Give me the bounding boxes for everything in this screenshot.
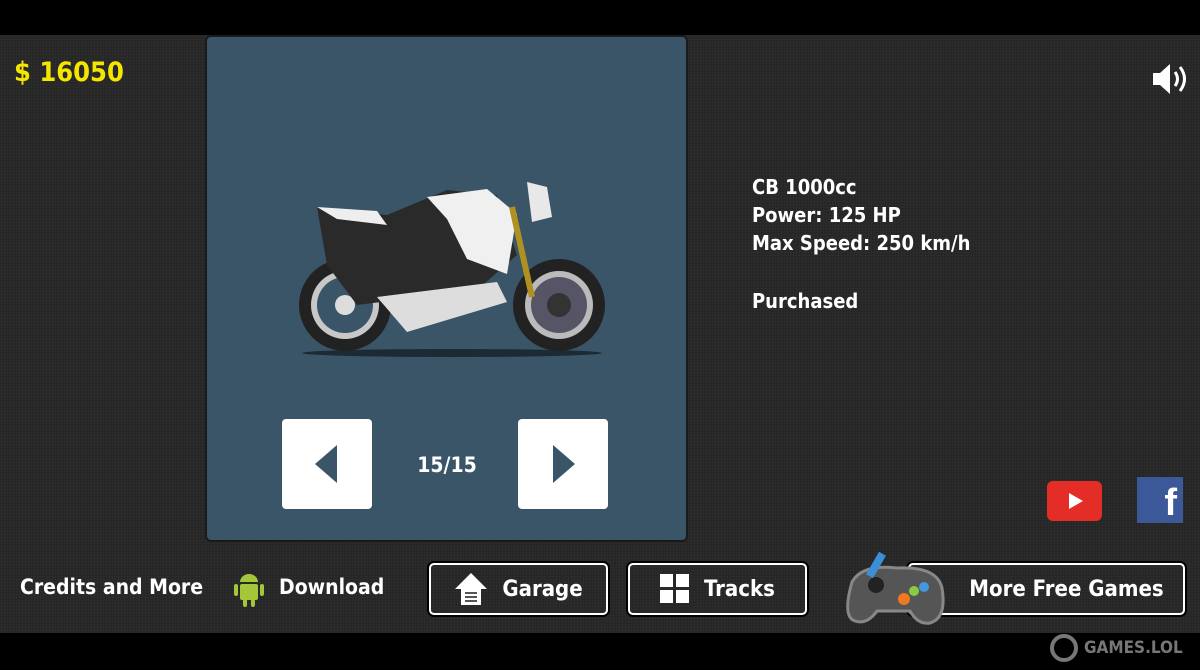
download-link[interactable]: Download xyxy=(279,575,384,599)
youtube-button[interactable] xyxy=(1047,481,1102,521)
grid-icon xyxy=(660,574,690,603)
bike-status: Purchased xyxy=(752,289,859,313)
watermark-text: GAMES.LOL xyxy=(1084,638,1183,658)
garage-icon xyxy=(455,573,488,605)
game-screen: $ 16050 15/15 CB 1000cc Power: 125 HP Ma… xyxy=(0,35,1200,633)
games-lol-logo-icon xyxy=(1050,634,1078,662)
android-icon xyxy=(233,572,265,612)
garage-label: Garage xyxy=(502,576,583,602)
arrow-left-icon xyxy=(315,445,337,483)
bike-name: CB 1000cc xyxy=(752,175,857,199)
credits-link[interactable]: Credits and More xyxy=(20,575,203,599)
money-display: $ 16050 xyxy=(14,57,124,88)
arrow-right-icon xyxy=(553,445,575,483)
bike-counter: 15/15 xyxy=(417,453,477,477)
speaker-icon[interactable] xyxy=(1150,61,1192,101)
bike-power: Power: 125 HP xyxy=(752,203,901,227)
bike-max-speed: Max Speed: 250 km/h xyxy=(752,231,971,255)
more-free-games-button[interactable]: More Free Games xyxy=(908,563,1185,615)
bike-preview-panel: 15/15 xyxy=(205,35,688,542)
gamepad-icon xyxy=(842,547,947,631)
tracks-button[interactable]: Tracks xyxy=(628,563,807,615)
youtube-icon xyxy=(1068,493,1083,509)
more-games-label: More Free Games xyxy=(969,576,1164,602)
garage-button[interactable]: Garage xyxy=(429,563,608,615)
facebook-icon: f xyxy=(1164,482,1177,523)
motorcycle-image xyxy=(299,182,605,357)
next-bike-button[interactable] xyxy=(518,419,608,509)
bike-info: CB 1000cc Power: 125 HP Max Speed: 250 k… xyxy=(752,173,970,315)
watermark: GAMES.LOL xyxy=(1050,634,1183,662)
facebook-button[interactable]: f xyxy=(1137,477,1183,523)
previous-bike-button[interactable] xyxy=(282,419,372,509)
tracks-label: Tracks xyxy=(704,576,775,602)
